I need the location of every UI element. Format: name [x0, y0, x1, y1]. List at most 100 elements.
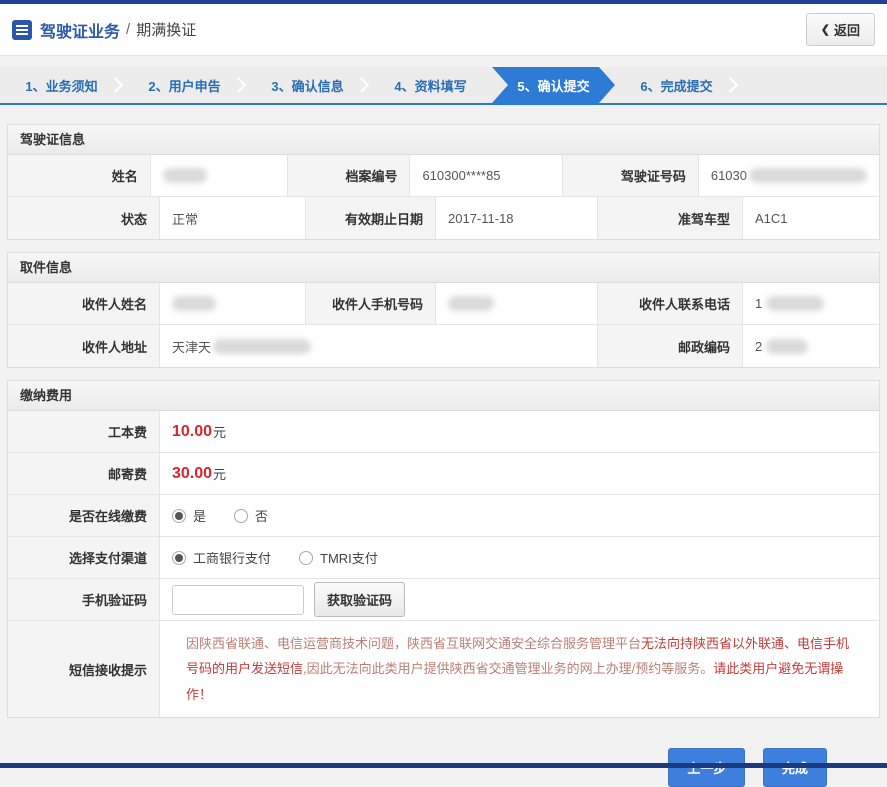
online-pay-no-label: 否: [255, 509, 269, 524]
notice-segment: ,因此无法向此类用户提供陕西省交通管理业务的网上办理/预约等服务。: [303, 661, 714, 677]
cost-fee-amount: 10.00: [172, 422, 213, 440]
redacted-blur: [766, 296, 825, 311]
cost-fee-value: 10.00 元: [160, 411, 879, 452]
license-no-label: 驾驶证号码: [562, 155, 699, 196]
online-pay-label: 是否在线缴费: [8, 495, 160, 536]
table-row: 工本费 10.00 元: [8, 411, 879, 453]
postage-fee-value: 30.00 元: [160, 453, 879, 494]
step-1-business-notice: 1、业务须知: [0, 67, 124, 103]
recipient-phone-prefix: 1: [755, 296, 763, 311]
postage-fee-label: 邮寄费: [8, 453, 160, 494]
redacted-blur: [766, 338, 809, 354]
online-pay-options: 是 否: [160, 495, 879, 536]
address-value: 天津天: [160, 325, 598, 367]
header: 驾驶证业务 / 期满换证 ❮ 返回: [0, 4, 887, 56]
recipient-mobile-value: [436, 283, 598, 324]
recipient-name-label: 收件人姓名: [8, 283, 160, 324]
table-row: 姓名 档案编号 610300****85 驾驶证号码 61030: [8, 155, 879, 197]
file-no-value: 610300****85: [410, 155, 563, 196]
cost-fee-label: 工本费: [8, 411, 160, 452]
section-license-info: 驾驶证信息 姓名 档案编号 610300****85 驾驶证号码 61030 状…: [7, 124, 880, 240]
sms-code-label: 手机验证码: [8, 579, 160, 620]
zip-value: 2: [743, 325, 879, 367]
sms-code-input[interactable]: [172, 584, 304, 615]
sms-notice-value: 因陕西省联通、电信运营商技术问题，陕西省互联网交通安全综合服务管理平台无法向持陕…: [160, 621, 879, 718]
expiry-value: 2017-11-18: [436, 197, 598, 239]
table-row: 短信接收提示 因陕西省联通、电信运营商技术问题，陕西省互联网交通安全综合服务管理…: [8, 621, 879, 718]
pay-channel-label: 选择支付渠道: [8, 537, 160, 578]
file-no-label: 档案编号: [288, 155, 411, 196]
step-3-confirm-info: 3、确认信息: [246, 67, 370, 103]
steps-progress-bar: 1、业务须知 2、用户申告 3、确认信息 4、资料填写 5、确认提交 6、完成提…: [0, 67, 887, 105]
notice-segment: 因陕西省联通、电信运营商技术问题，陕西省互联网交通安全综合服务管理平台: [186, 636, 642, 651]
steps-filler: [738, 67, 887, 103]
zip-prefix: 2: [755, 338, 763, 354]
step-separator-icon: [230, 77, 247, 93]
step-6-complete-submit: 6、完成提交: [615, 67, 739, 103]
step-separator-icon: [107, 77, 124, 93]
get-sms-code-button[interactable]: 获取验证码: [314, 582, 406, 617]
section-fees: 缴纳费用 工本费 10.00 元 邮寄费 30.00 元 是否在线缴费 是 否 …: [7, 380, 880, 719]
table-row: 收件人姓名 收件人手机号码 收件人联系电话 1: [8, 283, 879, 325]
channel-tmri-option[interactable]: TMRI支付: [299, 548, 378, 567]
postage-fee-amount: 30.00: [172, 464, 213, 482]
table-row: 状态 正常 有效期止日期 2017-11-18 准驾车型 A1C1: [8, 197, 879, 239]
step-4-fill-materials: 4、资料填写: [394, 78, 467, 94]
recipient-name-value: [160, 283, 306, 324]
online-pay-yes-label: 是: [193, 509, 207, 524]
license-no-prefix: 61030: [710, 168, 747, 183]
back-button[interactable]: ❮ 返回: [805, 13, 875, 46]
recipient-phone-value: 1: [743, 283, 879, 324]
step-separator-icon: [353, 77, 370, 93]
redacted-blur: [162, 168, 207, 183]
expiry-label: 有效期止日期: [306, 197, 436, 239]
online-pay-yes-option[interactable]: 是: [172, 506, 206, 525]
status-value: 正常: [160, 197, 306, 239]
status-label: 状态: [8, 197, 160, 239]
channel-icbc-option[interactable]: 工商银行支付: [172, 548, 271, 567]
section-title-fees: 缴纳费用: [8, 381, 879, 411]
step-separator-icon: [722, 77, 739, 93]
vehicle-type-label: 准驾车型: [598, 197, 743, 239]
pay-channel-options: 工商银行支付 TMRI支付: [160, 537, 879, 578]
zip-label: 邮政编码: [598, 325, 743, 367]
bottom-accent-bar: [0, 763, 887, 768]
page-title: 驾驶证业务: [40, 23, 121, 41]
radio-checked-icon[interactable]: [172, 550, 186, 565]
table-row: 收件人地址 天津天 邮政编码 2: [8, 325, 879, 367]
table-row: 选择支付渠道 工商银行支付 TMRI支付: [8, 537, 879, 579]
sms-notice-label: 短信接收提示: [8, 621, 160, 718]
redacted-blur: [172, 296, 216, 311]
address-prefix: 天津天: [172, 339, 212, 355]
sms-code-field: 获取验证码: [160, 579, 879, 620]
radio-unchecked-icon[interactable]: [299, 550, 314, 565]
recipient-phone-label: 收件人联系电话: [598, 283, 743, 324]
section-pickup-info: 取件信息 收件人姓名 收件人手机号码 收件人联系电话 1 收件人地址 天津天 邮…: [7, 252, 880, 368]
vehicle-type-value: A1C1: [743, 197, 879, 239]
recipient-mobile-label: 收件人手机号码: [306, 283, 436, 324]
table-row: 手机验证码 获取验证码: [8, 579, 879, 621]
breadcrumb-separator: /: [126, 21, 131, 38]
section-title-license: 驾驶证信息: [8, 125, 879, 155]
radio-checked-icon[interactable]: [172, 508, 186, 523]
breadcrumb: 驾驶证业务 / 期满换证: [12, 18, 196, 42]
cost-fee-unit: 元: [213, 425, 227, 440]
step-5-confirm-submit: 5、确认提交: [492, 67, 615, 103]
section-title-pickup: 取件信息: [8, 253, 879, 283]
license-no-value: 61030: [698, 155, 879, 196]
channel-icbc-label: 工商银行支付: [193, 551, 272, 566]
breadcrumb-current: 期满换证: [136, 22, 197, 39]
table-row: 邮寄费 30.00 元: [8, 453, 879, 495]
name-value: [150, 155, 289, 196]
redacted-blur: [749, 168, 867, 183]
radio-unchecked-icon[interactable]: [234, 508, 249, 523]
postage-fee-unit: 元: [213, 467, 227, 482]
channel-tmri-label: TMRI支付: [320, 551, 378, 566]
redacted-blur: [213, 338, 312, 354]
sms-notice-text: 因陕西省联通、电信运营商技术问题，陕西省互联网交通安全综合服务管理平台无法向持陕…: [172, 621, 867, 717]
online-pay-no-option[interactable]: 否: [234, 506, 268, 525]
redacted-blur: [448, 296, 494, 311]
license-service-icon: [12, 19, 32, 40]
name-label: 姓名: [8, 155, 151, 196]
step-2-user-declaration: 2、用户申告: [123, 67, 247, 103]
